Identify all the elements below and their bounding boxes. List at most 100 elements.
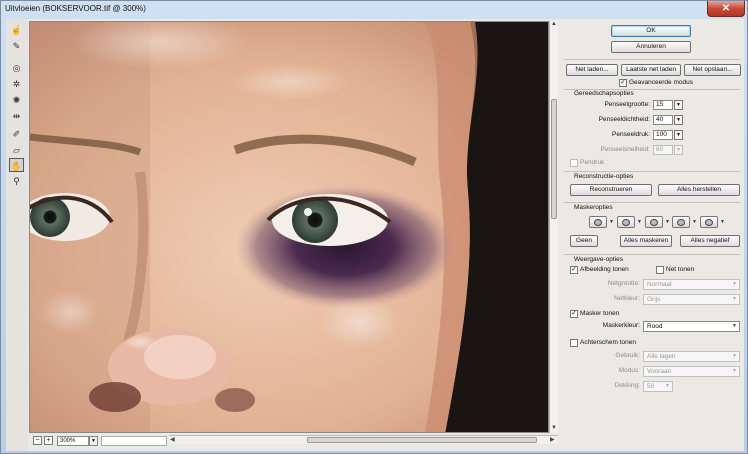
mask-intersect-icon — [677, 219, 685, 226]
mesh-size-label: Netgrootte: — [607, 280, 640, 287]
separator — [564, 59, 740, 60]
options-panel: OK Annuleren Net laden... Laatste net la… — [560, 19, 744, 451]
advanced-mode-label: Geavanceerde modus — [629, 79, 693, 86]
ok-button[interactable]: OK — [611, 25, 691, 37]
scroll-right-icon[interactable]: ▶ — [550, 436, 555, 443]
use-select[interactable]: Alle lagen ▼ — [643, 351, 740, 362]
brush-density-field[interactable]: 40 — [653, 115, 673, 125]
save-mesh-button[interactable]: Net opslaan... — [684, 64, 741, 76]
chevron-down-icon[interactable]: ▼ — [692, 219, 697, 225]
mask-subtract-button[interactable] — [645, 216, 663, 228]
thaw-mask-icon[interactable]: ▱ — [9, 143, 24, 157]
brush-size-field[interactable]: 15 — [653, 100, 673, 110]
brush-pressure-field[interactable]: 100 — [653, 130, 673, 140]
brush-size-label: Penseelgrootte: — [604, 101, 650, 108]
chevron-down-icon[interactable]: ▼ — [720, 219, 725, 225]
brush-pressure-label: Penseeldruk: — [612, 131, 650, 138]
zoom-out-button[interactable]: − — [33, 436, 42, 445]
title-bar[interactable]: Uitvloeien (BOKSERVOOR.tif @ 300%) ✕ — [1, 1, 748, 19]
chevron-down-icon[interactable]: ▼ — [665, 219, 670, 225]
hand-icon[interactable]: ✋ — [9, 158, 24, 172]
separator — [564, 202, 740, 203]
mode-label: Modus: — [618, 367, 640, 374]
forward-warp-icon[interactable]: ☝ — [9, 23, 24, 37]
pucker-icon[interactable]: ✲ — [9, 77, 24, 91]
liquify-dialog: Uitvloeien (BOKSERVOOR.tif @ 300%) ✕ ☝ ✎… — [0, 0, 748, 454]
separator — [564, 254, 740, 255]
stylus-pressure-checkbox[interactable] — [570, 159, 578, 167]
reconstruct-button[interactable]: Reconstrueren — [570, 184, 652, 196]
load-mesh-button[interactable]: Net laden... — [566, 64, 618, 76]
opacity-value: 50 — [647, 383, 655, 390]
show-image-label: Afbeelding tonen — [580, 266, 629, 273]
mesh-color-select[interactable]: Grijs ▼ — [643, 294, 740, 305]
zoom-icon[interactable]: ⚲ — [9, 174, 24, 188]
view-options-heading: Weergave-opties — [574, 256, 624, 263]
horizontal-scrollbar[interactable]: ◀ ▶ — [169, 435, 558, 444]
vertical-scrollbar[interactable]: ▲ ▼ — [549, 21, 558, 433]
chevron-down-icon[interactable]: ▼ — [609, 219, 614, 225]
freeze-mask-icon[interactable]: ✐ — [9, 127, 24, 141]
image-preview[interactable] — [29, 21, 549, 433]
face-photo — [30, 22, 548, 432]
mode-value: Vooraan — [647, 368, 672, 375]
mask-color-value: Rood — [647, 323, 663, 330]
show-backdrop-label: Achterschem tonen — [580, 339, 637, 346]
scroll-up-icon[interactable]: ▲ — [551, 21, 557, 27]
show-mesh-checkbox[interactable] — [656, 266, 664, 274]
mask-intersect-button[interactable] — [672, 216, 690, 228]
chevron-down-icon[interactable]: ▼ — [674, 115, 683, 125]
separator — [564, 171, 740, 172]
cancel-button[interactable]: Annuleren — [611, 41, 691, 53]
scroll-down-icon[interactable]: ▼ — [551, 425, 557, 431]
zoom-level-field[interactable]: 300% — [57, 436, 89, 446]
push-left-icon[interactable]: ⇹ — [9, 109, 24, 123]
reconstruct-icon[interactable]: ✎ — [9, 39, 24, 53]
mesh-color-value: Grijs — [647, 296, 661, 303]
mode-select[interactable]: Vooraan ▼ — [643, 366, 740, 377]
vertical-scroll-thumb[interactable] — [551, 99, 557, 219]
opacity-select[interactable]: 50 ▼ — [643, 381, 673, 392]
chevron-down-icon[interactable]: ▼ — [637, 219, 642, 225]
mask-color-label: Maskerkleur: — [602, 322, 640, 329]
reconstruct-heading: Reconstructie-opties — [574, 173, 634, 180]
chevron-down-icon: ▼ — [732, 353, 737, 359]
mask-add-button[interactable] — [617, 216, 635, 228]
brush-rate-field[interactable]: 80 — [653, 145, 673, 155]
window-title: Uitvloeien (BOKSERVOOR.tif @ 300%) — [5, 4, 146, 13]
chevron-down-icon[interactable]: ▼ — [674, 130, 683, 140]
mask-none-button[interactable]: Geen — [570, 235, 598, 247]
mask-add-icon — [622, 219, 630, 226]
mask-invert-icon — [705, 219, 713, 226]
status-bar: − + 300% ▼ ◀ ▶ — [29, 433, 558, 447]
tool-options-heading: Gereedschapsopties — [574, 90, 634, 97]
restore-all-button[interactable]: Alles herstellen — [658, 184, 740, 196]
chevron-down-icon[interactable]: ▼ — [89, 436, 98, 446]
mask-options-heading: Maskeropties — [574, 204, 613, 211]
opacity-label: Dekking: — [614, 382, 640, 389]
horizontal-scroll-thumb[interactable] — [307, 437, 537, 443]
brush-density-label: Penseeldichtheid: — [598, 116, 650, 123]
chevron-down-icon: ▼ — [732, 368, 737, 374]
twirl-icon[interactable]: ◎ — [9, 61, 24, 75]
show-mask-checkbox[interactable]: ✓ — [570, 310, 578, 318]
load-last-mesh-button[interactable]: Laatste net laden — [621, 64, 681, 76]
mask-all-button[interactable]: Alles maskeren — [620, 235, 672, 247]
show-backdrop-checkbox[interactable] — [570, 339, 578, 347]
invert-all-button[interactable]: Alles negatief — [680, 235, 740, 247]
mask-replace-icon — [594, 219, 602, 226]
close-icon[interactable]: ✕ — [707, 1, 745, 17]
scroll-left-icon[interactable]: ◀ — [170, 436, 175, 443]
zoom-in-button[interactable]: + — [44, 436, 53, 445]
stylus-pressure-label: Pendruk — [580, 159, 605, 166]
chevron-down-icon[interactable]: ▼ — [674, 145, 683, 155]
advanced-mode-checkbox[interactable]: ✓ — [619, 79, 627, 87]
show-image-checkbox[interactable]: ✓ — [570, 266, 578, 274]
show-mesh-label: Net tonen — [666, 266, 695, 273]
mask-color-select[interactable]: Rood ▼ — [643, 321, 740, 332]
mask-invert-button[interactable] — [700, 216, 718, 228]
mask-replace-button[interactable] — [589, 216, 607, 228]
chevron-down-icon[interactable]: ▼ — [674, 100, 683, 110]
mesh-size-select[interactable]: Normaal ▼ — [643, 279, 740, 290]
bloat-icon[interactable]: ✺ — [9, 93, 24, 107]
